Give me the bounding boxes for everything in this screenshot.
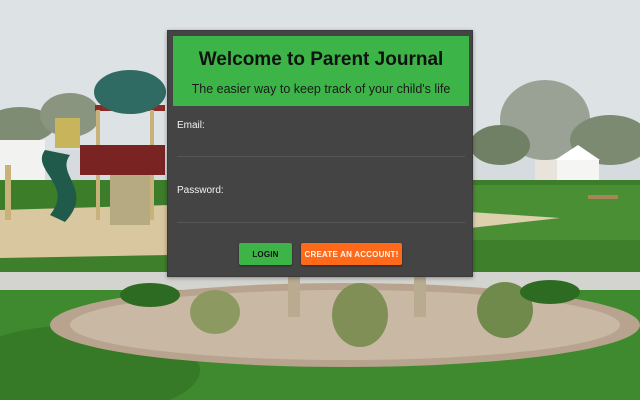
create-account-button[interactable]: CREATE AN ACCOUNT! <box>301 243 402 265</box>
email-label: Email: <box>177 120 205 131</box>
email-field[interactable] <box>177 137 465 157</box>
welcome-banner: Welcome to Parent Journal The easier way… <box>173 36 469 106</box>
login-card: Welcome to Parent Journal The easier way… <box>167 30 473 277</box>
password-field[interactable] <box>177 203 465 223</box>
password-label: Password: <box>177 185 224 196</box>
page-title: Welcome to Parent Journal <box>198 49 444 70</box>
page-subtitle: The easier way to keep track of your chi… <box>191 82 451 96</box>
login-button[interactable]: LOGIN <box>239 243 292 265</box>
